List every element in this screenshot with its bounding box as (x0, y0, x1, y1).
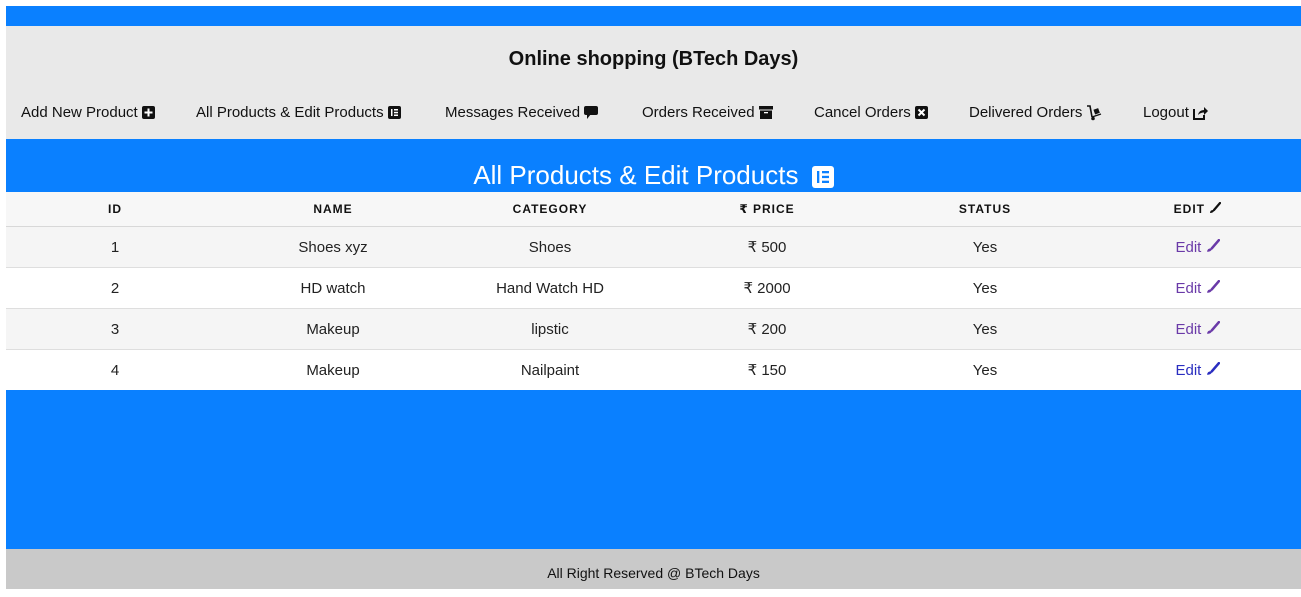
nav-label: All Products & Edit Products (196, 104, 384, 121)
table-row: 2 HD watch Hand Watch HD ₹ 2000 Yes Edit (6, 267, 1301, 309)
nav-label: Orders Received (642, 104, 755, 121)
edit-link-label: Edit (1175, 279, 1202, 297)
section-heading: All Products & Edit Products (6, 159, 1301, 191)
cell-category: Hand Watch HD (442, 267, 658, 309)
table-header-row: ID NAME CATEGORY ₹ PRICE STATUS EDIT (6, 192, 1301, 227)
cell-category: Shoes (442, 226, 658, 268)
nav-cancel-orders[interactable]: Cancel Orders (814, 104, 928, 121)
nav-messages-received[interactable]: Messages Received (445, 104, 599, 121)
plus-square-icon (141, 106, 155, 119)
column-header-name: NAME (224, 192, 442, 227)
section-title-text: All Products & Edit Products (473, 160, 799, 190)
column-header-edit-label: EDIT (1173, 202, 1205, 216)
edit-link[interactable]: Edit (1175, 320, 1220, 338)
share-square-icon (1192, 106, 1208, 120)
cell-edit: Edit (1094, 349, 1301, 390)
cell-status: Yes (876, 226, 1094, 268)
close-square-icon (914, 106, 928, 119)
cell-status: Yes (876, 349, 1094, 390)
column-header-edit: EDIT (1094, 192, 1301, 227)
nav-all-products[interactable]: All Products & Edit Products (196, 104, 401, 121)
cell-name: Shoes xyz (224, 226, 442, 268)
cell-edit: Edit (1094, 226, 1301, 268)
archive-icon (758, 106, 773, 119)
table-row: 1 Shoes xyz Shoes ₹ 500 Yes Edit (6, 226, 1301, 268)
column-header-category: CATEGORY (442, 192, 658, 227)
table-row: 3 Makeup lipstic ₹ 200 Yes Edit (6, 308, 1301, 350)
site-footer: All Right Reserved @ BTech Days (6, 549, 1301, 589)
nav-add-new-product[interactable]: Add New Product (21, 104, 155, 121)
column-header-status: STATUS (876, 192, 1094, 227)
top-color-bar (6, 6, 1301, 26)
cell-name: HD watch (224, 267, 442, 309)
cell-id: 1 (6, 226, 224, 268)
brush-icon (1210, 201, 1222, 213)
cell-category: lipstic (442, 308, 658, 350)
cell-id: 3 (6, 308, 224, 350)
nav-label: Cancel Orders (814, 104, 911, 121)
cell-status: Yes (876, 267, 1094, 309)
footer-text: All Right Reserved @ BTech Days (547, 565, 760, 581)
nav-logout[interactable]: Logout (1143, 104, 1208, 121)
column-header-id: ID (6, 192, 224, 227)
cell-status: Yes (876, 308, 1094, 350)
brush-icon (1206, 361, 1220, 375)
main-nav: Add New Product All Products & Edit Prod… (6, 104, 1301, 126)
column-header-price: ₹ PRICE (658, 192, 876, 227)
cell-price: ₹ 150 (658, 349, 876, 390)
cell-name: Makeup (224, 308, 442, 350)
nav-label: Delivered Orders (969, 104, 1083, 121)
comment-icon (584, 106, 599, 119)
brush-icon (1206, 320, 1220, 334)
cell-price: ₹ 200 (658, 308, 876, 350)
nav-label: Messages Received (445, 104, 581, 121)
cell-id: 4 (6, 349, 224, 390)
site-title: Online shopping (BTech Days) (508, 48, 799, 70)
brush-icon (1206, 279, 1220, 293)
cell-price: ₹ 2000 (658, 267, 876, 309)
products-table: ID NAME CATEGORY ₹ PRICE STATUS EDIT 1 S… (6, 192, 1301, 390)
cell-id: 2 (6, 267, 224, 309)
list-box-icon (811, 166, 834, 189)
cell-edit: Edit (1094, 267, 1301, 309)
brush-icon (1206, 238, 1220, 252)
list-box-icon (387, 106, 401, 119)
edit-link[interactable]: Edit (1175, 361, 1220, 379)
nav-delivered-orders[interactable]: Delivered Orders (969, 104, 1102, 121)
nav-label: Add New Product (21, 104, 138, 121)
edit-link-label: Edit (1175, 320, 1202, 338)
table-row: 4 Makeup Nailpaint ₹ 150 Yes Edit (6, 349, 1301, 390)
edit-link[interactable]: Edit (1175, 279, 1220, 297)
app-frame: Online shopping (BTech Days) Add New Pro… (6, 6, 1301, 589)
nav-orders-received[interactable]: Orders Received (642, 104, 773, 121)
edit-link-label: Edit (1175, 238, 1202, 256)
dolly-icon (1086, 104, 1102, 121)
nav-label: Logout (1143, 104, 1189, 121)
edit-link-label: Edit (1175, 361, 1202, 379)
cell-category: Nailpaint (442, 349, 658, 390)
site-header: Online shopping (BTech Days) Add New Pro… (6, 26, 1301, 139)
cell-edit: Edit (1094, 308, 1301, 350)
cell-price: ₹ 500 (658, 226, 876, 268)
cell-name: Makeup (224, 349, 442, 390)
edit-link[interactable]: Edit (1175, 238, 1220, 256)
